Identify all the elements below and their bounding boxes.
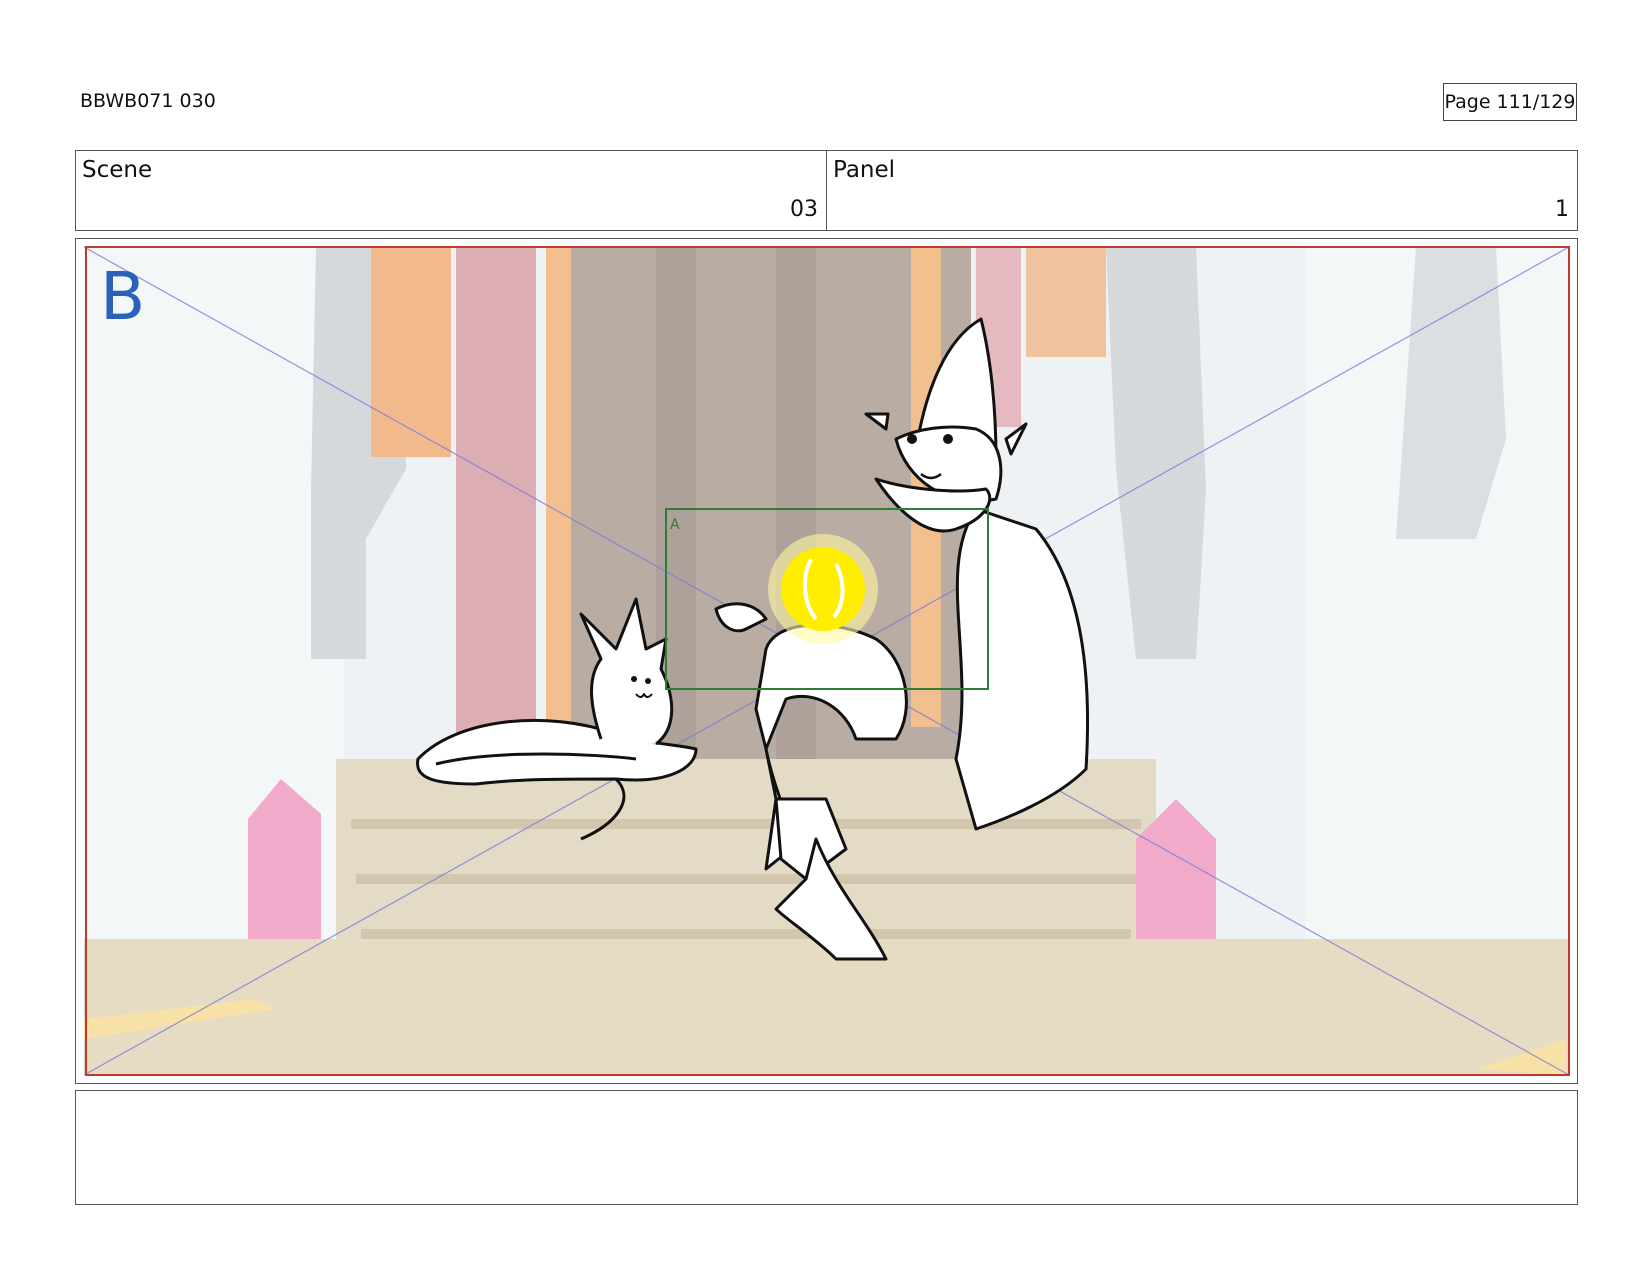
camera-frame-label: A <box>670 517 680 533</box>
layer-letter: B <box>100 258 145 335</box>
left-door-trim <box>546 247 571 747</box>
panel-number: 1 <box>1555 197 1569 222</box>
panel-cell: Panel 1 <box>826 151 1577 230</box>
scene-cell: Scene 03 <box>76 151 826 230</box>
document-id: BBWB071 030 <box>80 90 216 112</box>
scene-panel-row: Scene 03 Panel 1 <box>75 150 1578 231</box>
left-orange-column <box>371 247 451 457</box>
notes-box <box>75 1090 1578 1205</box>
step-line-3 <box>361 929 1131 939</box>
storyboard-drawing: A B <box>83 246 1570 1076</box>
floor <box>84 939 1569 1075</box>
page-number-box: Page 111/129 <box>1443 83 1577 121</box>
panel-label: Panel <box>833 157 896 183</box>
right-orange-column <box>1026 247 1106 357</box>
glowing-orb <box>768 534 878 644</box>
left-pink-column <box>456 247 536 757</box>
step-line-2 <box>356 874 1136 884</box>
scene-label: Scene <box>82 157 153 183</box>
scene-number: 03 <box>790 197 818 222</box>
storyboard-frame: A B <box>75 238 1578 1084</box>
step-line-1 <box>351 819 1141 829</box>
